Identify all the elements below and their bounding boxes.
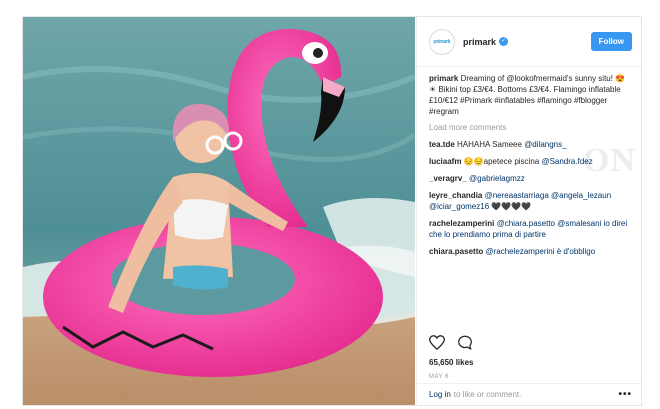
comment-username[interactable]: _veragrv_ xyxy=(429,174,467,183)
photo-illustration xyxy=(23,17,415,405)
comment-mention[interactable]: @gabrielagmzz xyxy=(469,174,525,183)
comment-mention[interactable]: @dilangns_ xyxy=(524,140,566,149)
comment-item: leyre_chandia @nereaastarriaga @angela_l… xyxy=(429,190,632,212)
footer-text: to like or comment. xyxy=(453,390,522,399)
post-date: MAY 6 xyxy=(429,374,449,380)
post-header: primark primark ✓ Follow xyxy=(417,17,642,67)
comment-item: chiara.pasetto @rachelezamperini è d'obb… xyxy=(429,246,632,257)
post-footer: Log in to like or comment. ••• xyxy=(417,383,642,405)
comment-item: tea.tde HAHAHA Sameee @dilangns_ xyxy=(429,139,632,150)
avatar-text: primark xyxy=(433,38,451,45)
likes-count[interactable]: 65,650 likes xyxy=(429,358,473,367)
comment-item: _veragrv_ @gabrielagmzz xyxy=(429,173,632,184)
comment-username[interactable]: rachelezamperini xyxy=(429,219,494,228)
comment-bubble-icon[interactable] xyxy=(457,335,473,355)
comment-username[interactable]: luciaafm xyxy=(429,157,461,166)
header-username[interactable]: primark xyxy=(463,37,496,47)
comment-item: rachelezamperini @chiara.pasetto @smales… xyxy=(429,218,632,240)
login-link[interactable]: Log in xyxy=(429,390,451,399)
more-options-icon[interactable]: ••• xyxy=(618,389,632,400)
heart-icon[interactable] xyxy=(428,335,446,355)
caption-username[interactable]: primark xyxy=(429,74,458,83)
post-caption: primark Dreaming of @lookofmermaid's sun… xyxy=(429,73,632,117)
comments-section: primark Dreaming of @lookofmermaid's sun… xyxy=(429,73,632,328)
load-more-comments-link[interactable]: Load more comments xyxy=(429,122,632,133)
comment-username[interactable]: tea.tde xyxy=(429,140,455,149)
follow-button[interactable]: Follow xyxy=(590,32,632,51)
comment-text: HAHAHA Sameee xyxy=(457,140,522,149)
instagram-post: primark primark ✓ Follow primark Dreamin… xyxy=(22,16,642,406)
comment-mention[interactable]: @Sandra.fdez xyxy=(541,157,592,166)
comment-text: 😔😔apetece piscina xyxy=(463,157,540,166)
action-bar xyxy=(428,335,473,355)
profile-avatar[interactable]: primark xyxy=(429,28,455,55)
comment-username[interactable]: chiara.pasetto xyxy=(429,247,483,256)
post-photo[interactable] xyxy=(23,17,415,405)
comment-item: luciaafm 😔😔apetece piscina @Sandra.fdez xyxy=(429,156,632,167)
caption-text: Dreaming of @lookofmermaid's sunny situ!… xyxy=(429,74,626,116)
comment-mention[interactable]: @rachelezamperini è d'obbligo xyxy=(485,247,595,256)
post-sidebar: primark primark ✓ Follow primark Dreamin… xyxy=(416,17,642,405)
comment-username[interactable]: leyre_chandia xyxy=(429,191,482,200)
verified-check-icon: ✓ xyxy=(499,37,509,46)
